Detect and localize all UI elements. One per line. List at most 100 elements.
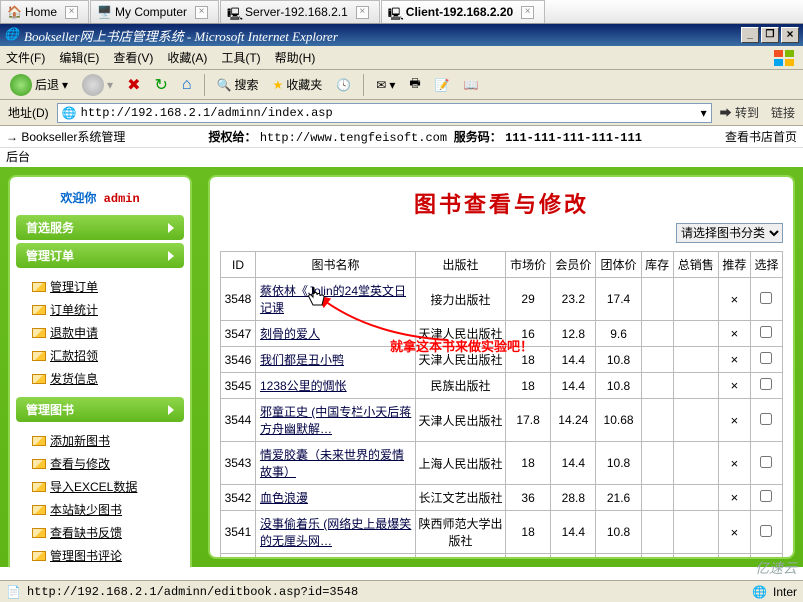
menu-tools[interactable]: 工具(T) <box>221 49 260 66</box>
links-button[interactable]: 链接 <box>767 104 799 121</box>
book-link[interactable]: 我们都是丑小鸭 <box>260 353 344 367</box>
book-link[interactable]: 没事偷着乐 (网络史上最爆笑的无厘头网… <box>260 517 411 548</box>
book-link[interactable]: 邪童正史 (中国专栏小天后蒋方舟幽默解… <box>260 405 411 436</box>
menu-fav[interactable]: 收藏(A) <box>167 49 207 66</box>
x-icon[interactable]: × <box>731 352 739 367</box>
refresh-icon: ↻ <box>154 75 167 95</box>
sidebar-link[interactable]: 查看缺书反馈 <box>32 521 180 544</box>
row-checkbox[interactable] <box>760 352 772 364</box>
book-link[interactable]: 血色浪漫 <box>260 491 308 505</box>
sidebar-btn-book[interactable]: 管理图书 <box>16 397 184 422</box>
research-button[interactable]: 📖 <box>460 76 483 94</box>
x-icon[interactable]: × <box>731 378 739 393</box>
refresh-button[interactable]: ↻ <box>150 73 171 97</box>
tab-server[interactable]: 🖳 Server-192.168.2.1 × <box>220 0 380 23</box>
cell-name: 时刻准备着（朱军自传：坦述自己的艺术… <box>255 554 415 560</box>
mail-button[interactable]: ✉▾ <box>372 76 399 94</box>
sidebar-link[interactable]: 退款申请 <box>32 321 180 344</box>
print-button[interactable]: 🖶 <box>405 72 424 97</box>
sidebar-link[interactable]: 添加新图书 <box>32 429 180 452</box>
go-button[interactable]: ➡ 转到 <box>716 104 763 121</box>
th-name: 图书名称 <box>255 252 415 278</box>
cell-stock <box>641 554 673 560</box>
arrow-icon: → <box>6 130 18 144</box>
x-icon[interactable]: × <box>731 490 739 505</box>
cell-sale <box>673 442 718 485</box>
menu-file[interactable]: 文件(F) <box>6 49 45 66</box>
tab-client[interactable]: 🖳 Client-192.168.2.20 × <box>381 0 545 23</box>
sidebar-link[interactable]: 管理订单 <box>32 275 180 298</box>
book-link[interactable]: 情爱胶囊（未来世界的爱情故事） <box>260 448 404 479</box>
star-icon: ★ <box>273 78 284 92</box>
sidebar-link[interactable]: 导入EXCEL数据 <box>32 475 180 498</box>
x-icon[interactable]: × <box>731 413 739 428</box>
menu-help[interactable]: 帮助(H) <box>275 49 316 66</box>
minimize-button[interactable]: _ <box>741 27 759 43</box>
cell-name: 蔡依林《Jolin的24堂英文日记课 <box>255 278 415 321</box>
x-icon[interactable]: × <box>731 292 739 307</box>
sidebar-btn-home[interactable]: 首选服务 <box>16 215 184 240</box>
cell-sel <box>750 321 782 347</box>
tab-home[interactable]: 🏠 Home × <box>0 0 89 23</box>
forward-button[interactable]: ▾ <box>78 72 117 98</box>
sidebar-link[interactable]: 查看与修改 <box>32 452 180 475</box>
sidebar-link[interactable]: 汇款招领 <box>32 344 180 367</box>
stop-button[interactable]: ✖ <box>123 73 144 97</box>
cell-p2: 14.4 <box>551 511 596 554</box>
shop-link[interactable]: 查看书店首页 <box>725 128 797 145</box>
welcome-text: 欢迎你 admin <box>16 183 184 212</box>
home-button[interactable]: ⌂ <box>178 74 196 96</box>
back-button[interactable]: 后退 ▾ <box>6 72 72 98</box>
close-icon[interactable]: × <box>195 6 208 19</box>
cell-p1: 18 <box>505 442 550 485</box>
row-checkbox[interactable] <box>760 413 772 425</box>
row-checkbox[interactable] <box>760 378 772 390</box>
close-button[interactable]: × <box>781 27 799 43</box>
close-icon[interactable]: × <box>521 6 534 19</box>
book-link[interactable]: 1238公里的惆怅 <box>260 379 347 393</box>
th-sale: 总销售 <box>673 252 718 278</box>
search-button[interactable]: 🔍搜索 <box>213 74 263 95</box>
chevron-down-icon[interactable]: ▾ <box>701 106 707 120</box>
book-link[interactable]: 刻骨的爱人 <box>260 327 320 341</box>
cell-pub: 长江文艺出版社 <box>415 485 505 511</box>
x-icon[interactable]: × <box>731 326 739 341</box>
client-icon: 🖳 <box>388 5 402 19</box>
close-icon[interactable]: × <box>65 6 78 19</box>
cell-id: 3540 <box>221 554 256 560</box>
row-checkbox[interactable] <box>760 456 772 468</box>
cell-pub: 接力出版社 <box>415 278 505 321</box>
row-checkbox[interactable] <box>760 326 772 338</box>
category-select[interactable]: 请选择图书分类 <box>676 223 783 243</box>
sidebar-link[interactable]: 订单统计 <box>32 298 180 321</box>
row-checkbox[interactable] <box>760 490 772 502</box>
maximize-button[interactable]: ❐ <box>761 27 779 43</box>
favorites-button[interactable]: ★收藏夹 <box>269 74 327 95</box>
sidebar-link[interactable]: 本站缺少图书 <box>32 498 180 521</box>
sidebar-btn-order[interactable]: 管理订单 <box>16 243 184 268</box>
ie-icon: 🌐 <box>4 27 20 43</box>
cell-p2: 15.2 <box>551 554 596 560</box>
menu-view[interactable]: 查看(V) <box>113 49 153 66</box>
x-icon[interactable]: × <box>731 456 739 471</box>
sidebar-link[interactable]: 发货信息 <box>32 367 180 390</box>
mail-icon <box>32 459 46 469</box>
x-icon[interactable]: × <box>731 525 739 540</box>
cell-p2: 14.4 <box>551 373 596 399</box>
sidebar-link[interactable]: 管理图书评论 <box>32 544 180 567</box>
history-button[interactable]: 🕓 <box>332 76 355 94</box>
cell-rec: × <box>718 511 750 554</box>
close-icon[interactable]: × <box>356 6 369 19</box>
cell-p3: 21.6 <box>596 485 641 511</box>
menu-edit[interactable]: 编辑(E) <box>59 49 99 66</box>
tab-mycomputer[interactable]: 🖥️ My Computer × <box>90 0 219 23</box>
address-input[interactable]: 🌐 http://192.168.2.1/adminn/index.asp ▾ <box>57 103 712 123</box>
cell-pub: 长江文艺出版社 <box>415 554 505 560</box>
row-checkbox[interactable] <box>760 525 772 537</box>
back-label: 后退 <box>35 76 59 93</box>
book-link[interactable]: 蔡依林《Jolin的24堂英文日记课 <box>260 284 406 315</box>
row-checkbox[interactable] <box>760 292 772 304</box>
username: admin <box>104 192 140 206</box>
cell-rec: × <box>718 485 750 511</box>
edit-button[interactable]: 📝 <box>431 76 454 94</box>
